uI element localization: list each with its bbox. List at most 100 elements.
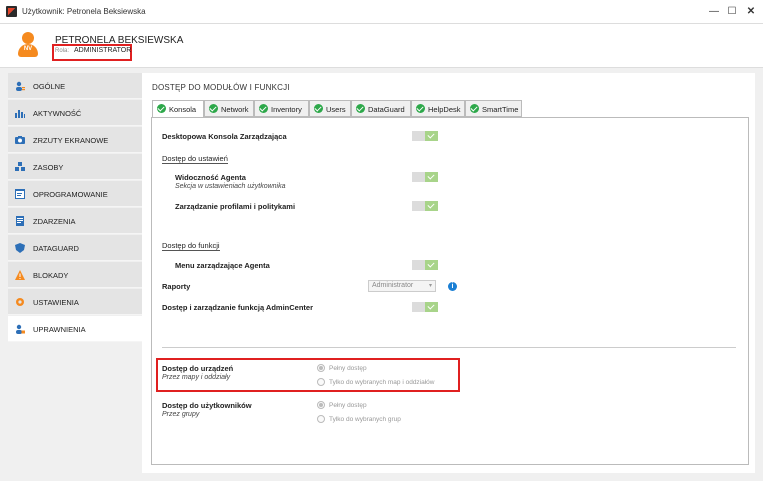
toggle-on-check-icon xyxy=(425,201,438,211)
tab-label: DataGuard xyxy=(368,105,405,114)
agent-menu-toggle[interactable] xyxy=(412,260,438,270)
desktop-console-label: Desktopowa Konsola Zarządzająca xyxy=(162,132,287,141)
sidebar-item-ogolne[interactable]: OGÓLNE xyxy=(8,73,142,99)
toggle-on-check-icon xyxy=(425,131,438,141)
tab-konsola[interactable]: Konsola xyxy=(152,100,204,118)
avatar-initials: NV xyxy=(23,46,33,52)
settings-access-heading: Dostęp do ustawień xyxy=(162,154,228,164)
sidebar-item-uprawnienia[interactable]: UPRAWNIENIA xyxy=(8,316,142,342)
check-icon xyxy=(470,104,479,113)
check-icon xyxy=(209,104,218,113)
sidebar-item-blokady[interactable]: BLOKADY xyxy=(8,262,142,288)
sidebar-item-label: BLOKADY xyxy=(33,271,69,280)
app-logo-icon xyxy=(6,6,17,17)
tab-label: HelpDesk xyxy=(428,105,461,114)
permissions-content: DOSTĘP DO MODUŁÓW I FUNKCJI Konsola Netw… xyxy=(142,73,755,473)
agent-menu-label: Menu zarządzające Agenta xyxy=(175,261,270,270)
info-icon[interactable]: i xyxy=(448,282,457,291)
check-icon xyxy=(356,104,365,113)
sidebar-item-dataguard[interactable]: DATAGUARD xyxy=(8,235,142,261)
tab-network[interactable]: Network xyxy=(204,100,254,117)
users-full-label: Pełny dostęp xyxy=(329,402,367,409)
tab-helpdesk[interactable]: HelpDesk xyxy=(411,100,465,117)
role-label: Rola: xyxy=(55,48,70,54)
check-icon xyxy=(259,104,268,113)
agent-visibility-label: Widoczność Agenta xyxy=(175,173,246,182)
toggle-on-check-icon xyxy=(425,172,438,182)
resources-icon xyxy=(15,162,25,171)
users-selected-radio[interactable] xyxy=(317,415,325,423)
devices-full-radio[interactable] xyxy=(317,364,325,372)
profiles-management-toggle[interactable] xyxy=(412,201,438,211)
window-title: Użytkownik: Petronela Beksiewska xyxy=(22,7,146,16)
role-value: ADMINISTRATOR xyxy=(74,47,132,54)
agent-visibility-toggle[interactable] xyxy=(412,172,438,182)
reports-select-value: Administrator xyxy=(372,282,414,289)
desktop-console-toggle[interactable] xyxy=(412,131,438,141)
title-bar: Użytkownik: Petronela Beksiewska — ☐ ✕ xyxy=(0,0,763,24)
tab-smarttime[interactable]: SmartTime xyxy=(465,100,522,117)
sidebar-item-aktywnosc[interactable]: AKTYWNOŚĆ xyxy=(8,100,142,126)
toggle-on-check-icon xyxy=(425,260,438,270)
close-icon[interactable]: ✕ xyxy=(743,4,759,20)
camera-icon xyxy=(15,136,25,144)
tab-label: Konsola xyxy=(169,105,197,114)
users-selected-label: Tylko do wybranych grup xyxy=(329,416,401,423)
sidebar-item-label: USTAWIENIA xyxy=(33,298,79,307)
events-icon xyxy=(16,216,24,226)
chevron-down-icon: ▾ xyxy=(428,283,432,289)
devices-full-label: Pełny dostęp xyxy=(329,365,367,372)
tab-inventory[interactable]: Inventory xyxy=(254,100,309,117)
admincenter-toggle[interactable] xyxy=(412,302,438,312)
check-icon xyxy=(416,104,425,113)
gear-icon xyxy=(16,298,24,306)
tab-label: Users xyxy=(326,105,346,114)
functions-access-heading: Dostęp do funkcji xyxy=(162,241,220,251)
check-icon xyxy=(157,104,166,113)
tab-label: SmartTime xyxy=(482,105,519,114)
tab-panel-konsola: Desktopowa Konsola Zarządzająca Dostęp d… xyxy=(151,117,749,465)
tab-label: Inventory xyxy=(271,105,302,114)
tab-users[interactable]: Users xyxy=(309,100,351,117)
sidebar-item-label: DATAGUARD xyxy=(33,244,79,253)
sidebar-item-oprogramowanie[interactable]: OPROGRAMOWANIE xyxy=(8,181,142,207)
sidebar-item-zasoby[interactable]: ZASOBY xyxy=(8,154,142,180)
sidebar-item-ustawienia[interactable]: USTAWIENIA xyxy=(8,289,142,315)
users-full-radio[interactable] xyxy=(317,401,325,409)
reports-label: Raporty xyxy=(162,282,191,291)
users-access-sublabel: Przez grupy xyxy=(162,411,200,418)
agent-visibility-sublabel: Sekcja w ustawieniach użytkownika xyxy=(175,183,286,190)
check-icon xyxy=(314,104,323,113)
sidebar-item-label: ZASOBY xyxy=(33,163,64,172)
toggle-on-check-icon xyxy=(425,302,438,312)
profiles-management-label: Zarządzanie profilami i politykami xyxy=(175,202,296,211)
admincenter-label: Dostęp i zarządzanie funkcją AdminCenter xyxy=(162,303,314,312)
tab-dataguard[interactable]: DataGuard xyxy=(351,100,411,117)
sidebar-item-label: ZRZUTY EKRANOWE xyxy=(33,136,109,145)
sidebar-item-zrzuty[interactable]: ZRZUTY EKRANOWE xyxy=(8,127,142,153)
sidebar-item-label: OPROGRAMOWANIE xyxy=(33,190,108,199)
devices-access-sublabel: Przez mapy i oddziały xyxy=(162,374,231,381)
tab-label: Network xyxy=(221,105,249,114)
warning-icon xyxy=(15,270,25,280)
devices-access-label: Dostęp do urządzeń xyxy=(162,364,234,373)
shield-icon xyxy=(15,243,25,253)
sidebar-item-label: UPRAWNIENIA xyxy=(33,325,86,334)
sidebar-item-label: ZDARZENIA xyxy=(33,217,76,226)
maximize-icon[interactable]: ☐ xyxy=(724,4,740,20)
devices-selected-radio[interactable] xyxy=(317,378,325,386)
divider xyxy=(162,347,736,348)
user-icon xyxy=(16,81,25,91)
minimize-icon[interactable]: — xyxy=(706,4,722,20)
sidebar-item-label: AKTYWNOŚĆ xyxy=(33,109,82,118)
section-title: DOSTĘP DO MODUŁÓW I FUNKCJI xyxy=(152,83,290,92)
software-icon xyxy=(15,189,25,199)
activity-icon xyxy=(15,110,25,118)
sidebar-item-label: OGÓLNE xyxy=(33,82,66,91)
avatar: NV xyxy=(16,32,40,60)
users-access-label: Dostęp do użytkowników xyxy=(162,401,252,410)
reports-select[interactable]: Administrator ▾ xyxy=(368,280,436,292)
avatar-head xyxy=(22,32,34,44)
user-lock-icon xyxy=(16,324,25,334)
sidebar-item-zdarzenia[interactable]: ZDARZENIA xyxy=(8,208,142,234)
